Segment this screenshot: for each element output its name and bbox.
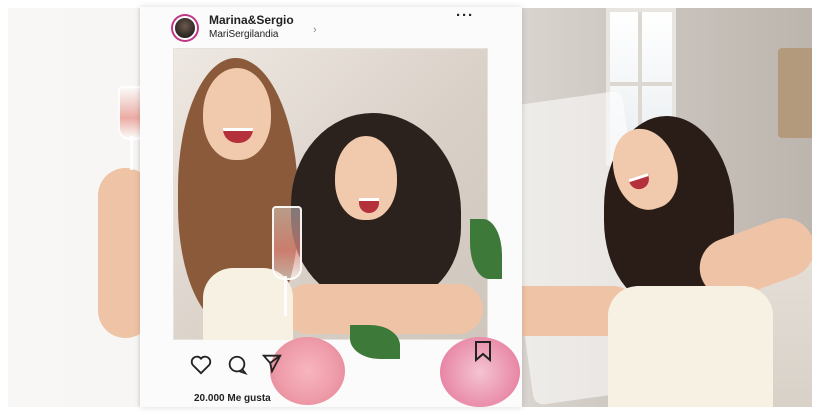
- more-options-icon: ···: [456, 7, 474, 24]
- post-username: Marina&Sergio: [209, 13, 294, 27]
- profile-avatar: [171, 14, 199, 42]
- send-icon[interactable]: [261, 352, 283, 379]
- furniture: [778, 48, 812, 138]
- champagne-glass-center: [272, 206, 302, 280]
- comment-icon[interactable]: [226, 354, 248, 381]
- woman-blonde-face: [203, 68, 271, 160]
- bookmark-icon[interactable]: [474, 340, 492, 367]
- chevron-right-icon: ›: [313, 24, 317, 36]
- instagram-frame-prop: Marina&Sergio MariSergilandia › ··· 20.0…: [140, 7, 522, 407]
- post-location: MariSergilandia: [209, 29, 279, 40]
- frame-photo-window: [173, 48, 488, 340]
- heart-icon[interactable]: [190, 355, 212, 380]
- bride-dress: [608, 286, 773, 407]
- likes-count: 20.000 Me gusta: [194, 393, 271, 404]
